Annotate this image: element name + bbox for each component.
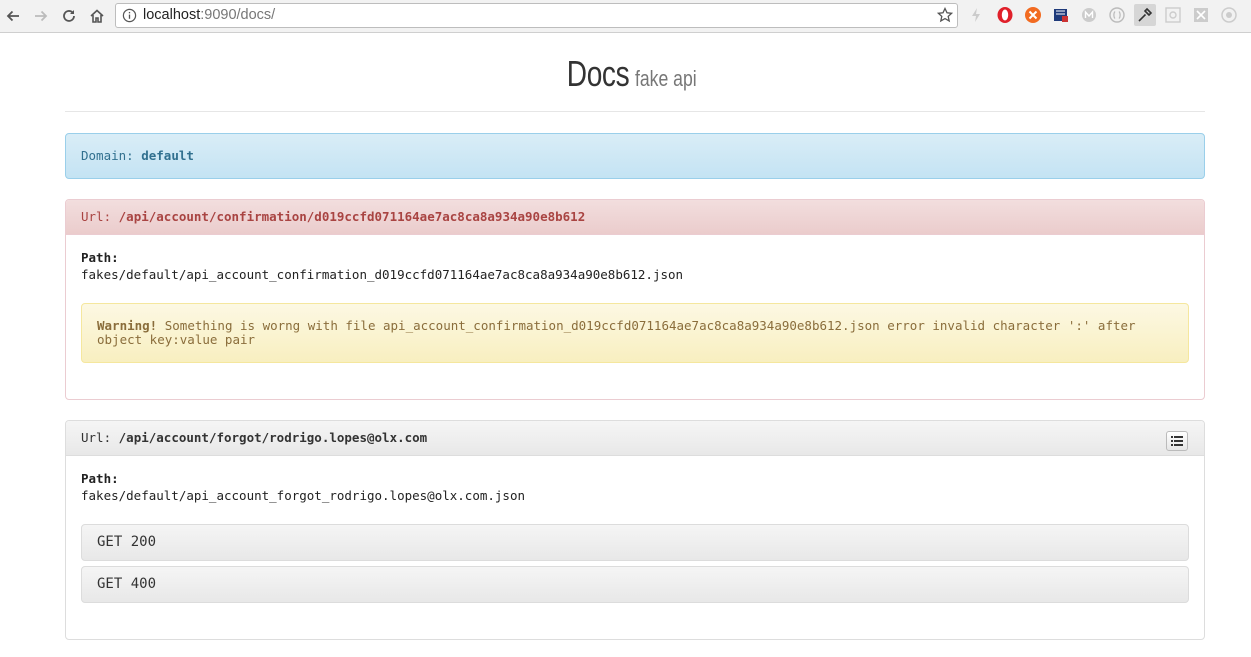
puzzle-icon — [1194, 8, 1208, 22]
extension-lightning[interactable] — [967, 6, 985, 24]
endpoint-url: /api/account/forgot/rodrigo.lopes@olx.co… — [118, 430, 428, 445]
endpoint-panel-error: Url: /api/account/confirmation/d019ccfd0… — [65, 199, 1205, 400]
reload-icon — [63, 10, 75, 22]
eyedropper-icon — [1138, 7, 1153, 22]
toggle-list-button[interactable] — [1166, 431, 1188, 451]
extension-eyedropper[interactable] — [1134, 4, 1156, 26]
endpoint-heading: Url: /api/account/confirmation/d019ccfd0… — [66, 200, 1204, 235]
refresh-circle-icon — [1221, 7, 1237, 23]
url-path: :9090/docs/ — [200, 7, 276, 23]
reload-button[interactable] — [58, 5, 80, 27]
endpoint-url: /api/account/confirmation/d019ccfd071164… — [118, 209, 586, 224]
browser-toolbar: localhost:9090/docs/ — [0, 0, 1251, 33]
bookmark-star-icon[interactable] — [937, 7, 953, 23]
extension-orange[interactable] — [1024, 6, 1042, 24]
endpoint-body: Path: fakes/default/api_account_forgot_r… — [66, 456, 1204, 603]
path-value: fakes/default/api_account_confirmation_d… — [81, 267, 684, 282]
domain-info-box: Domain: default — [65, 133, 1205, 179]
info-icon[interactable] — [122, 8, 137, 23]
address-bar[interactable]: localhost:9090/docs/ — [115, 3, 958, 28]
url-label: Url: — [81, 209, 112, 224]
forward-arrow-icon — [35, 10, 48, 22]
warning-alert: Warning! Something is worng with file ap… — [81, 303, 1189, 363]
back-button[interactable] — [2, 5, 24, 27]
warning-label: Warning! — [97, 318, 158, 333]
extension-bookmark[interactable] — [1052, 6, 1070, 24]
extension-m[interactable] — [1080, 6, 1098, 24]
endpoint-body: Path: fakes/default/api_account_confirma… — [66, 235, 1204, 363]
path-value: fakes/default/api_account_forgot_rodrigo… — [81, 488, 526, 503]
path-label: Path: — [81, 250, 119, 265]
page-header: Docs fake api — [65, 44, 1205, 112]
url-host: localhost — [143, 7, 201, 23]
home-button[interactable] — [86, 5, 108, 27]
opera-icon — [997, 7, 1013, 23]
back-arrow-icon — [6, 10, 19, 22]
extension-refresh[interactable] — [1220, 6, 1238, 24]
path-label: Path: — [81, 471, 119, 486]
extension-bracket[interactable] — [1108, 6, 1126, 24]
page-title: Docs — [567, 53, 630, 94]
endpoint-panel: Url: /api/account/forgot/rodrigo.lopes@o… — [65, 420, 1205, 640]
m-circle-icon — [1082, 8, 1096, 22]
list-icon — [1171, 436, 1183, 446]
home-icon — [90, 9, 104, 23]
bracket-circle-icon — [1109, 7, 1125, 23]
lightning-icon — [972, 8, 980, 22]
url-label: Url: — [81, 430, 112, 445]
page-subtitle: fake api — [634, 66, 697, 91]
extension-opera[interactable] — [996, 6, 1014, 24]
orange-circle-icon — [1025, 7, 1041, 23]
endpoint-heading: Url: /api/account/forgot/rodrigo.lopes@o… — [66, 421, 1204, 456]
domain-label: Domain: — [81, 148, 134, 163]
settings-box-icon — [1165, 7, 1181, 23]
forward-button[interactable] — [30, 5, 52, 27]
method-get-400[interactable]: GET 400 — [81, 566, 1189, 603]
domain-value: default — [141, 148, 194, 163]
extension-gear-box[interactable] — [1164, 6, 1182, 24]
method-get-200[interactable]: GET 200 — [81, 524, 1189, 561]
warning-message: Something is worng with file api_account… — [97, 318, 1136, 347]
extension-puzzle[interactable] — [1192, 6, 1210, 24]
address-url[interactable]: localhost:9090/docs/ — [143, 7, 275, 23]
book-icon — [1054, 9, 1068, 22]
